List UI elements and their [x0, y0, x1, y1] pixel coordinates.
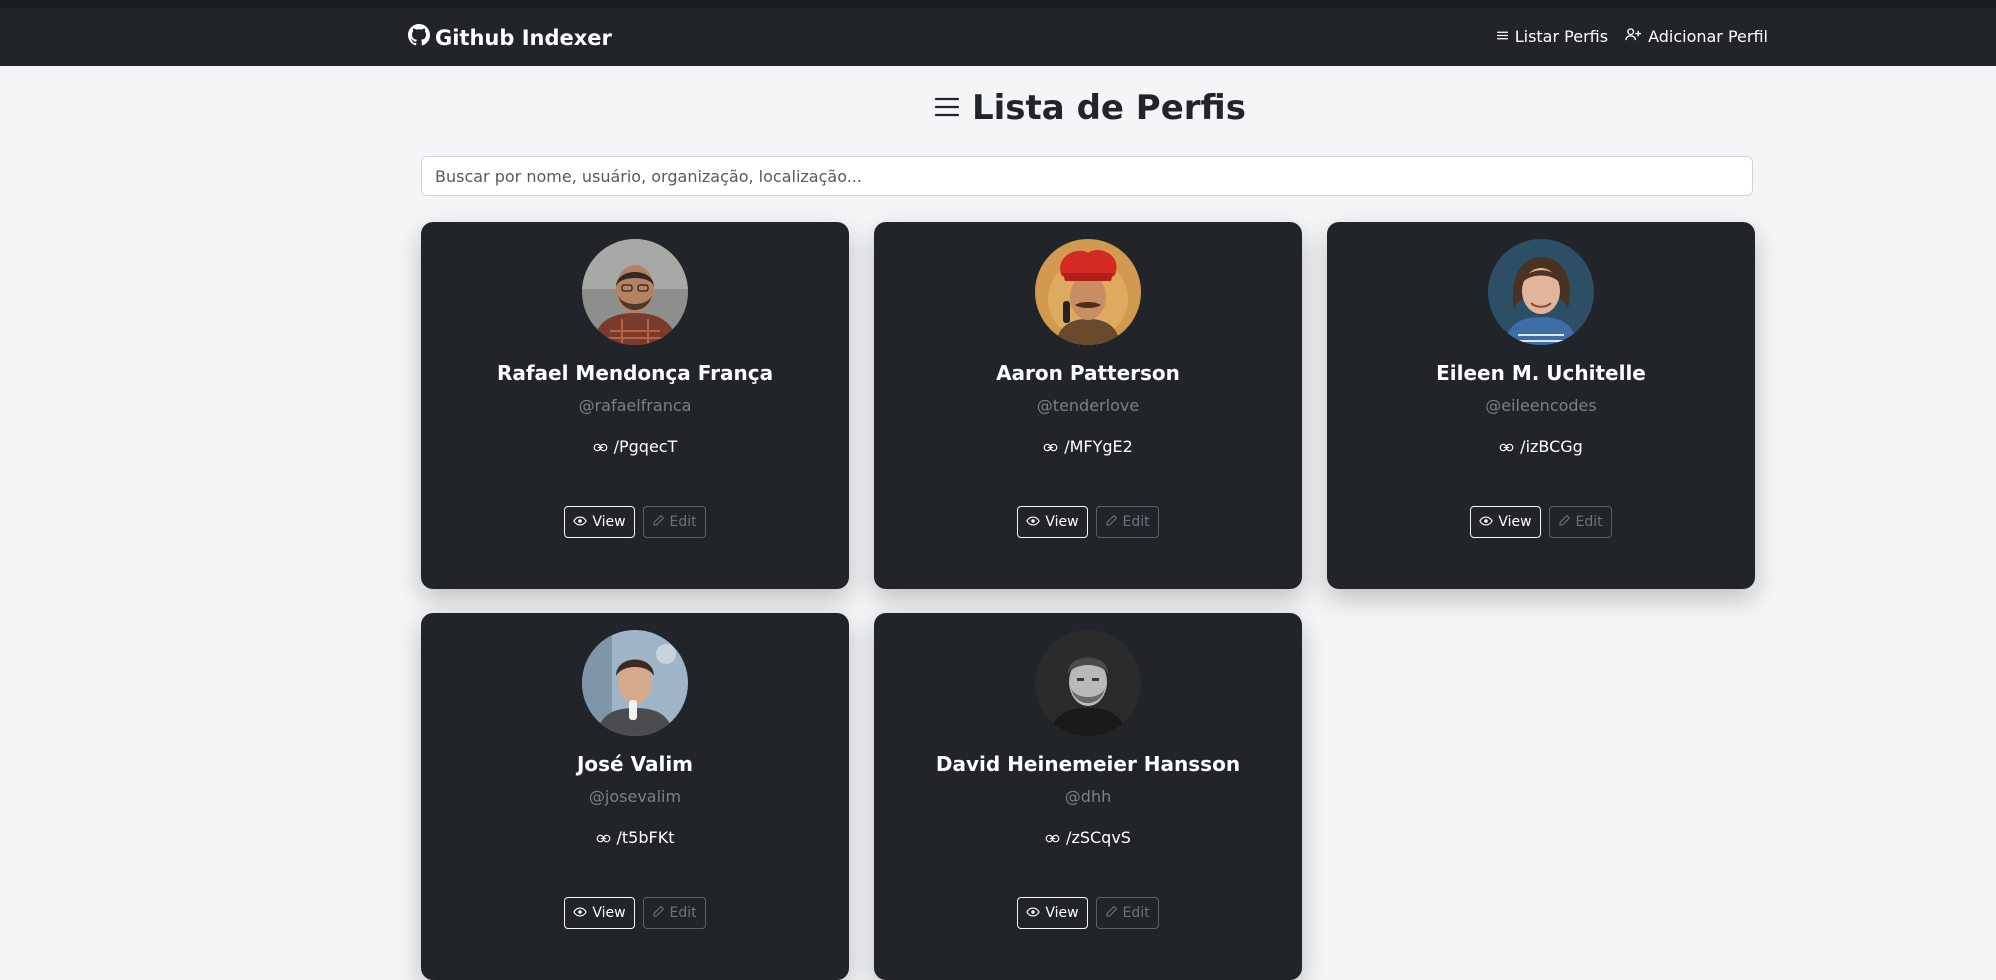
- view-button-label: View: [1045, 905, 1079, 921]
- link-icon: [593, 437, 608, 456]
- card-actions: View Edit: [421, 897, 849, 929]
- list-icon: [934, 88, 972, 128]
- github-icon: [408, 24, 435, 51]
- edit-button[interactable]: Edit: [1548, 506, 1612, 538]
- profile-username: @josevalim: [588, 787, 682, 806]
- person-add-icon: [1625, 27, 1642, 46]
- edit-button[interactable]: Edit: [642, 897, 706, 929]
- profile-short-link-text: /t5bFKt: [616, 828, 675, 847]
- link-icon: [1499, 437, 1514, 456]
- pencil-icon: [652, 905, 665, 922]
- page-title-text: Lista de Perfis: [971, 88, 1246, 128]
- brand-label: Github Indexer: [435, 25, 612, 50]
- eye-icon: [1026, 905, 1041, 921]
- profile-short-link[interactable]: /zSCqvS: [874, 828, 1302, 847]
- card-actions: View Edit: [421, 506, 849, 538]
- edit-button[interactable]: Edit: [1095, 506, 1159, 538]
- profile-name: Eileen M. Uchitelle: [1436, 361, 1646, 385]
- view-button-label: View: [592, 514, 626, 530]
- card-actions: View Edit: [874, 897, 1302, 929]
- profile-username: @dhh: [1064, 787, 1112, 806]
- card-actions: View Edit: [874, 506, 1302, 538]
- view-button-label: View: [1498, 514, 1532, 530]
- nav-list-profiles[interactable]: Listar Perfis: [1496, 27, 1608, 46]
- profile-username: @eileencodes: [1485, 396, 1597, 415]
- edit-button-label: Edit: [1122, 905, 1150, 921]
- profile-name: Rafael Mendonça França: [496, 361, 774, 385]
- profile-card: Aaron Patterson @tenderlove /MFYgE2 View…: [874, 222, 1302, 589]
- profile-short-link-text: /zSCqvS: [1066, 828, 1131, 847]
- view-button-label: View: [1045, 514, 1079, 530]
- pencil-icon: [1105, 905, 1118, 922]
- profile-card: Rafael Mendonça França @rafaelfranca /Pg…: [421, 222, 849, 589]
- avatar: [582, 239, 688, 345]
- profile-name: Aaron Patterson: [996, 361, 1180, 385]
- nav-list-profiles-label: Listar Perfis: [1514, 27, 1609, 46]
- eye-icon: [1026, 514, 1041, 530]
- profile-username: @rafaelfranca: [578, 396, 692, 415]
- avatar: [1035, 630, 1141, 736]
- pencil-icon: [1105, 514, 1118, 531]
- profile-card: José Valim @josevalim /t5bFKt View Edit: [421, 613, 849, 980]
- view-button[interactable]: View: [564, 506, 635, 538]
- profile-name: José Valim: [576, 752, 694, 776]
- eye-icon: [573, 514, 588, 530]
- profile-short-link[interactable]: /izBCGg: [1327, 437, 1755, 456]
- pencil-icon: [1558, 514, 1571, 531]
- brand-link[interactable]: Github Indexer: [408, 24, 612, 51]
- nav-add-profile[interactable]: Adicionar Perfil: [1625, 27, 1768, 46]
- link-icon: [1045, 828, 1060, 847]
- edit-button-label: Edit: [1575, 514, 1603, 530]
- view-button[interactable]: View: [564, 897, 635, 929]
- profile-short-link[interactable]: /MFYgE2: [874, 437, 1302, 456]
- nav-links: Listar Perfis Adicionar Perfil: [1496, 27, 1768, 46]
- page-title: Lista de Perfis: [0, 88, 1996, 128]
- edit-button-label: Edit: [669, 514, 697, 530]
- edit-button-label: Edit: [1122, 514, 1150, 530]
- view-button[interactable]: View: [1017, 897, 1088, 929]
- view-button-label: View: [592, 905, 626, 921]
- avatar: [1488, 239, 1594, 345]
- profile-short-link[interactable]: /PgqecT: [421, 437, 849, 456]
- edit-button-label: Edit: [669, 905, 697, 921]
- profile-name: David Heinemeier Hansson: [935, 752, 1241, 776]
- view-button[interactable]: View: [1017, 506, 1088, 538]
- eye-icon: [1479, 514, 1494, 530]
- card-actions: View Edit: [1327, 506, 1755, 538]
- profile-card: David Heinemeier Hansson @dhh /zSCqvS Vi…: [874, 613, 1302, 980]
- profile-short-link[interactable]: /t5bFKt: [421, 828, 849, 847]
- pencil-icon: [652, 514, 665, 531]
- nav-add-profile-label: Adicionar Perfil: [1648, 27, 1768, 46]
- profile-card: Eileen M. Uchitelle @eileencodes /izBCGg…: [1327, 222, 1755, 589]
- view-button[interactable]: View: [1470, 506, 1541, 538]
- navbar: Github Indexer Listar Perfis Adicionar P…: [0, 8, 1996, 66]
- edit-button[interactable]: Edit: [1095, 897, 1159, 929]
- avatar: [582, 630, 688, 736]
- edit-button[interactable]: Edit: [642, 506, 706, 538]
- profile-short-link-text: /izBCGg: [1520, 437, 1583, 456]
- eye-icon: [573, 905, 588, 921]
- list-icon: [1496, 27, 1509, 46]
- link-icon: [1043, 437, 1058, 456]
- search-input[interactable]: [421, 156, 1753, 196]
- profile-short-link-text: /MFYgE2: [1064, 437, 1133, 456]
- link-icon: [596, 828, 611, 847]
- profile-username: @tenderlove: [1036, 396, 1140, 415]
- profile-short-link-text: /PgqecT: [613, 437, 678, 456]
- avatar: [1035, 239, 1141, 345]
